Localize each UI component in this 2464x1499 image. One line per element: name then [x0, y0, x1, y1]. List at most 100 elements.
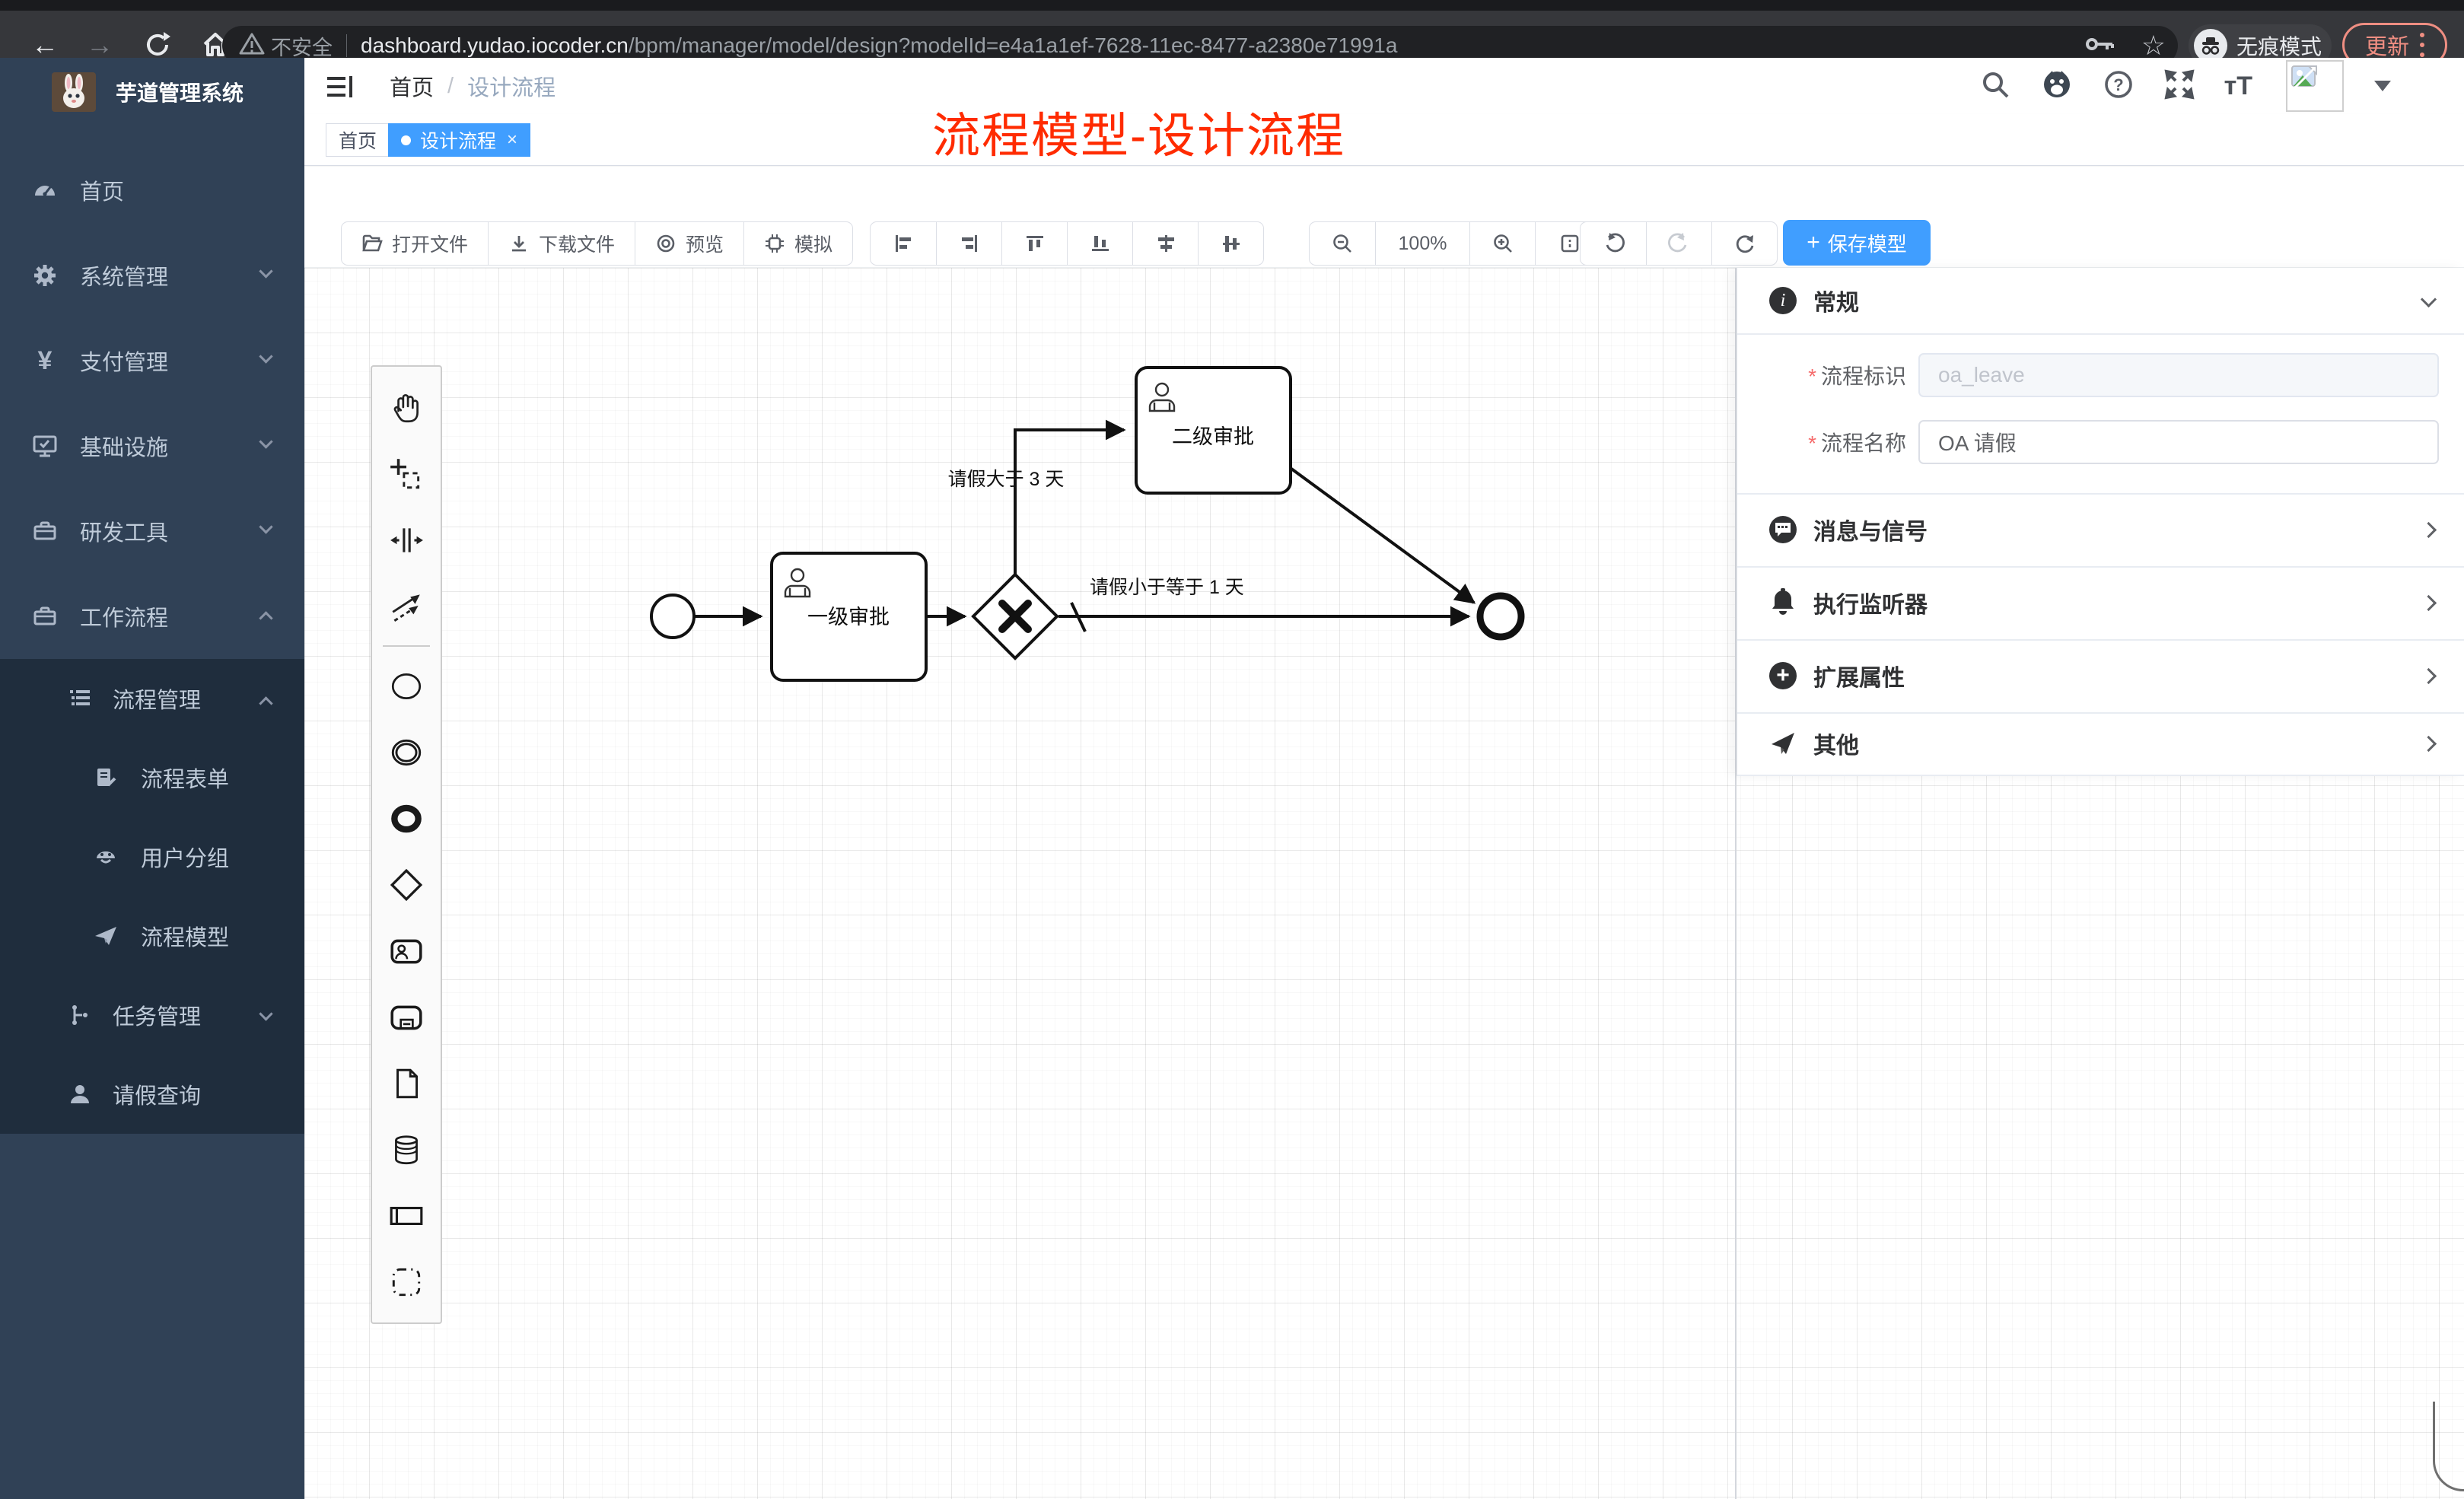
section-extension-props[interactable]: + 扩展属性	[1737, 639, 2464, 712]
simulate-button[interactable]: 模拟	[743, 222, 852, 265]
end-event[interactable]	[1480, 596, 1521, 637]
zoom-level[interactable]: 100%	[1375, 222, 1469, 265]
chevron-right-icon	[2421, 521, 2437, 537]
tab-home[interactable]: 首页	[326, 123, 390, 157]
restart-button[interactable]	[1711, 222, 1777, 265]
breadcrumb-home[interactable]: 首页	[390, 70, 434, 102]
yen-icon: ¥	[32, 348, 58, 374]
undo-icon	[1602, 232, 1625, 255]
align-right-icon	[960, 234, 979, 253]
align-right-button[interactable]	[936, 222, 1001, 265]
briefcase-icon	[32, 603, 58, 629]
password-key-icon[interactable]	[2085, 32, 2115, 60]
sidebar-item-user-group[interactable]: 用户分组	[0, 817, 304, 896]
chip-icon	[764, 233, 785, 254]
preview-button[interactable]: 预览	[635, 222, 743, 265]
sidebar-item-devtools[interactable]: 研发工具	[0, 489, 304, 574]
app-logo	[52, 72, 96, 112]
document-edit-icon	[93, 765, 119, 791]
security-warning-icon[interactable]	[239, 31, 265, 61]
chevron-down-icon	[259, 349, 272, 363]
security-label[interactable]: 不安全	[271, 31, 333, 61]
face-icon	[93, 844, 119, 870]
gateway-exclusive[interactable]	[973, 574, 1057, 658]
search-icon[interactable]	[1979, 68, 2011, 104]
align-center-icon	[1221, 234, 1241, 253]
align-bottom-button[interactable]	[1067, 222, 1132, 265]
redo-button[interactable]	[1646, 222, 1711, 265]
help-icon[interactable]: ?	[2103, 68, 2135, 104]
canvas-corner-border	[2433, 1402, 2464, 1491]
zoom-out-icon	[1332, 233, 1353, 254]
plus-icon: +	[1807, 230, 1820, 256]
sidebar-item-infra[interactable]: 基础设施	[0, 403, 304, 489]
align-top-icon	[1025, 234, 1045, 253]
tab-design-process[interactable]: 设计流程 ×	[388, 123, 530, 157]
url-text[interactable]: dashboard.yudao.iocoder.cn/bpm/manager/m…	[361, 33, 1397, 58]
align-left-button[interactable]	[871, 222, 936, 265]
sidebar-item-process-model[interactable]: 流程模型	[0, 896, 304, 975]
sidebar-item-leave-query[interactable]: 请假查询	[0, 1055, 304, 1134]
dashboard-icon	[32, 177, 58, 203]
download-file-button[interactable]: 下载文件	[488, 222, 635, 265]
section-message-signal[interactable]: 消息与信号	[1737, 493, 2464, 566]
flow-label-le1[interactable]: 请假小于等于 1 天	[1090, 577, 1244, 598]
chevron-down-icon	[259, 434, 272, 448]
sidebar-item-process-form[interactable]: 流程表单	[0, 738, 304, 817]
align-top-button[interactable]	[1001, 222, 1067, 265]
browser-menu-kebab-icon[interactable]	[2420, 33, 2424, 57]
breadcrumb: 首页 / 设计流程	[390, 58, 556, 114]
svg-text:二级审批: 二级审批	[1172, 425, 1254, 448]
section-general-header[interactable]: i 常规	[1737, 268, 2464, 333]
app-header: 首页 / 设计流程 ? ᴛT	[304, 58, 2464, 114]
sidebar: 芋道管理系统 首页 系统管理 ¥ 支付管理	[0, 58, 304, 1499]
briefcase-icon	[32, 518, 58, 544]
properties-panel: i 常规 *流程标识 *流程名称 消息与信号 执行监听器	[1737, 268, 2464, 776]
browser-toolbar: ← → 不安全 dashboard.yudao.iocoder.cn/bpm/m…	[0, 11, 2464, 58]
close-icon[interactable]: ×	[507, 129, 517, 151]
chevron-right-icon	[2421, 735, 2437, 751]
fullscreen-icon[interactable]	[2163, 68, 2195, 104]
preview-icon	[655, 233, 676, 254]
sidebar-item-workflow[interactable]: 工作流程	[0, 574, 304, 659]
bookmark-star-icon[interactable]: ☆	[2141, 30, 2166, 62]
chevron-down-icon	[259, 1007, 272, 1020]
flow-task2-to-end[interactable]	[1291, 469, 1474, 603]
chevron-down-icon	[259, 520, 272, 533]
sidebar-item-system[interactable]: 系统管理	[0, 233, 304, 318]
history-button-group	[1580, 221, 1778, 266]
task-level1[interactable]: 一级审批	[772, 553, 926, 680]
app-logo-row[interactable]: 芋道管理系统	[0, 58, 304, 126]
undo-button[interactable]	[1581, 222, 1646, 265]
sidebar-item-task-mgmt[interactable]: 任务管理	[0, 975, 304, 1055]
font-size-icon[interactable]: ᴛT	[2224, 72, 2252, 101]
section-other[interactable]: 其他	[1737, 712, 2464, 775]
align-middle-button[interactable]	[1132, 222, 1198, 265]
avatar-caret-icon[interactable]	[2374, 81, 2391, 91]
list-tree-icon	[67, 686, 93, 711]
align-center-button[interactable]	[1198, 222, 1263, 265]
process-key-input[interactable]	[1918, 353, 2439, 397]
sidebar-fold-icon[interactable]	[320, 67, 359, 107]
sidebar-item-process-mgmt[interactable]: 流程管理	[0, 659, 304, 738]
start-event[interactable]	[651, 595, 694, 638]
github-icon[interactable]	[2040, 68, 2074, 105]
sidebar-item-payment[interactable]: ¥ 支付管理	[0, 318, 304, 403]
sidebar-item-home[interactable]: 首页	[0, 148, 304, 233]
process-name-input[interactable]	[1918, 420, 2439, 464]
zoom-out-button[interactable]	[1310, 222, 1375, 265]
screen: ← → 不安全 dashboard.yudao.iocoder.cn/bpm/m…	[0, 0, 2464, 1499]
monitor-icon	[32, 433, 58, 459]
flow-gateway-to-task2[interactable]	[1015, 430, 1124, 574]
zoom-in-button[interactable]	[1469, 222, 1535, 265]
task-level2[interactable]: 二级审批	[1136, 368, 1291, 493]
save-model-button[interactable]: + 保存模型	[1783, 220, 1931, 266]
flow-label-gt3[interactable]: 请假大于 3 天	[948, 469, 1065, 490]
avatar[interactable]	[2286, 60, 2344, 112]
field-process-name: *流程名称	[1737, 420, 2464, 464]
annotation-title: 流程模型-设计流程	[932, 97, 1345, 167]
section-execution-listener[interactable]: 执行监听器	[1737, 566, 2464, 639]
url-divider	[346, 34, 347, 57]
open-file-button[interactable]: 打开文件	[342, 222, 488, 265]
zoom-in-icon	[1492, 233, 1514, 254]
